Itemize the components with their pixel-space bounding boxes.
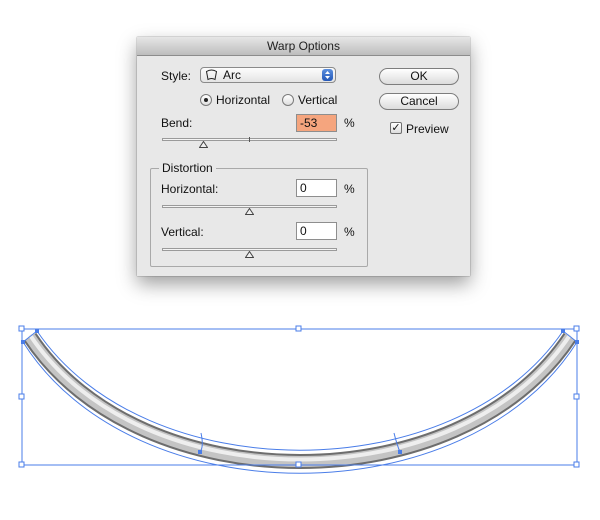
path-anchor-points[interactable] [21, 329, 579, 454]
warped-tube[interactable] [23, 332, 577, 469]
artwork-canvas [18, 325, 580, 474]
